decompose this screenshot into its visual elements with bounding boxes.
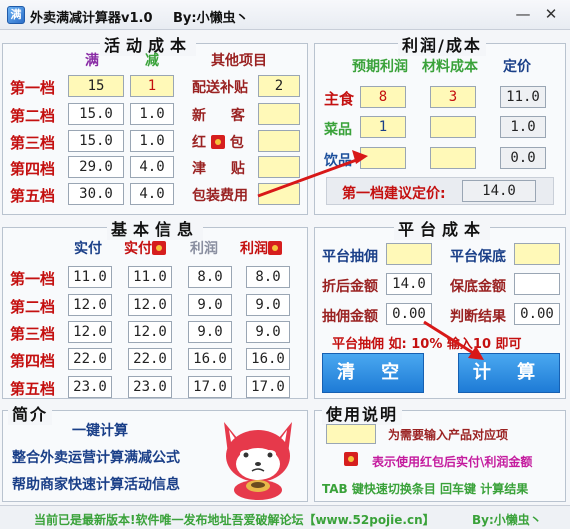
annotation-arrows [257, 150, 484, 360]
status-bar: 当前已是最新版本!软件唯一发布地址吾爱破解论坛【www.52pojie.cn】 … [0, 505, 570, 529]
arrow-line [257, 156, 363, 198]
arrow-line [423, 320, 479, 358]
status-text: 当前已是最新版本!软件唯一发布地址吾爱破解论坛【www.52pojie.cn】 [34, 513, 435, 527]
arrow-head-icon [468, 346, 484, 360]
status-author: By:小懒虫丶 [472, 513, 542, 527]
